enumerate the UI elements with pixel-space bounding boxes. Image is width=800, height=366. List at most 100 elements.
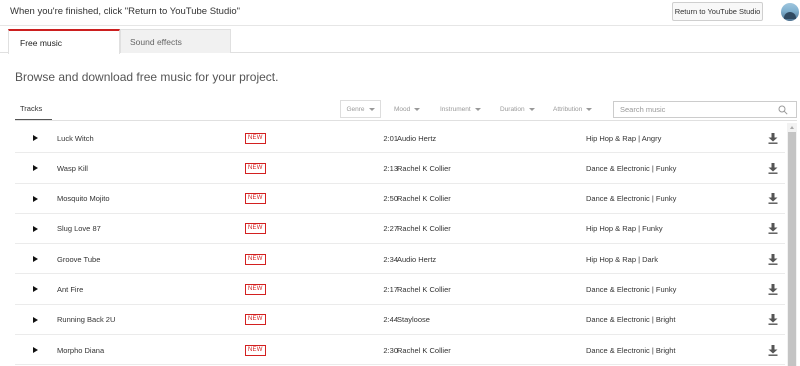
track-list: Luck Witch NEW 2:01 Audio Hertz Hip Hop & Ra… [15,123,785,366]
track-title[interactable]: Luck Witch [57,123,94,153]
track-artist[interactable]: Rachel K Collier [397,184,451,214]
new-badge-cell: NEW [245,153,266,183]
new-badge: NEW [245,132,266,144]
download-icon [768,162,778,174]
banner-instruction-text: When you're finished, click "Return to Y… [10,6,241,17]
table-row[interactable]: Slug Love 87 NEW 2:27 Rachel K Collier Hip H… [15,214,785,245]
track-duration: 2:30 [383,345,398,355]
table-row[interactable]: Wasp Kill NEW 2:13 Rachel K Collier Dance & … [15,153,785,184]
new-badge: NEW [245,193,266,205]
track-duration: 2:27 [383,224,398,234]
download-button[interactable] [767,184,779,214]
attribution-filter-dropdown[interactable]: Attribution [553,100,593,118]
mood-filter-label: Mood [394,105,411,113]
table-row[interactable]: Groove Tube NEW 2:34 Audio Hertz Hip Hop & R… [15,244,785,275]
new-badge-cell: NEW [245,214,266,244]
track-genre-mood: Dance & Electronic | Funky [586,194,677,204]
play-button[interactable] [33,214,41,244]
download-button[interactable] [767,214,779,244]
chevron-down-icon [414,107,421,111]
play-button[interactable] [33,305,41,335]
table-row[interactable]: Ant Fire NEW 2:17 Rachel K Collier Dance & E… [15,274,785,305]
download-button[interactable] [767,123,779,153]
tab-tracks[interactable]: Tracks [15,100,52,121]
track-artist[interactable]: Audio Hertz [397,244,436,274]
tab-sound-effects[interactable]: Sound effects [120,29,231,53]
new-badge-cell: NEW [245,244,266,274]
download-button[interactable] [767,335,779,365]
table-row[interactable]: Running Back 2U NEW 2:44 Stayloose Dance & E… [15,305,785,336]
play-button[interactable] [33,184,41,214]
track-artist[interactable]: Stayloose [397,305,430,335]
duration-filter-label: Duration [500,105,525,113]
play-button[interactable] [33,335,41,365]
toolbar-divider [15,120,797,121]
new-badge: NEW [245,283,266,295]
track-genre-mood: Dance & Electronic | Funky [586,284,677,294]
play-icon [33,135,38,141]
track-title[interactable]: Running Back 2U [57,305,115,335]
play-icon [33,225,38,232]
track-artist[interactable]: Rachel K Collier [397,153,451,183]
track-genre-mood: Dance & Electronic | Bright [586,345,676,355]
search-input[interactable] [614,102,774,117]
chevron-down-icon [474,107,481,111]
play-button[interactable] [33,153,41,183]
download-icon [768,132,778,144]
track-title[interactable]: Wasp Kill [57,153,88,183]
track-artist[interactable]: Rachel K Collier [397,214,451,244]
search-icon[interactable] [778,105,788,115]
download-button[interactable] [767,153,779,183]
attribution-filter-label: Attribution [553,105,583,113]
track-duration: 2:17 [383,284,398,294]
chevron-down-icon [586,107,593,111]
play-button[interactable] [33,244,41,274]
track-title[interactable]: Morpho Diana [57,335,104,365]
track-artist[interactable]: Audio Hertz [397,123,436,153]
page-heading: Browse and download free music for your … [15,70,279,84]
scroll-up-arrow[interactable] [790,126,794,129]
avatar[interactable] [781,3,799,21]
track-title[interactable]: Groove Tube [57,244,100,274]
download-button[interactable] [767,274,779,304]
play-button[interactable] [33,123,41,153]
scrollbar-thumb[interactable] [788,132,796,366]
track-artist[interactable]: Rachel K Collier [397,335,451,365]
play-icon [33,286,38,293]
tab-free-music[interactable]: Free music [8,29,120,54]
track-title[interactable]: Slug Love 87 [57,214,101,244]
download-icon [768,193,778,204]
new-badge: NEW [245,344,266,356]
play-button[interactable] [33,274,41,304]
search-field [613,101,797,118]
download-button[interactable] [767,305,779,335]
mood-filter-dropdown[interactable]: Mood [394,100,421,118]
play-icon [33,195,38,202]
play-icon [33,256,38,263]
track-duration: 2:01 [383,133,398,143]
track-title[interactable]: Ant Fire [57,274,83,304]
download-button[interactable] [767,244,779,274]
track-duration: 2:50 [383,194,398,204]
play-icon [33,316,38,323]
duration-filter-dropdown[interactable]: Duration [500,100,535,118]
play-icon [33,165,38,172]
track-duration: 2:13 [383,163,398,173]
new-badge-cell: NEW [245,274,266,304]
genre-filter-dropdown[interactable]: Genre [340,100,381,118]
instrument-filter-label: Instrument [440,105,471,113]
return-to-studio-button[interactable]: Return to YouTube Studio [672,2,763,21]
table-row[interactable]: Luck Witch NEW 2:01 Audio Hertz Hip Hop & Ra… [15,123,785,154]
table-row[interactable]: Mosquito Mojito NEW 2:50 Rachel K Collier Da… [15,184,785,214]
track-artist[interactable]: Rachel K Collier [397,274,451,304]
new-badge-cell: NEW [245,123,266,153]
new-badge: NEW [245,314,266,326]
download-icon [768,314,778,326]
track-genre-mood: Hip Hop & Rap | Dark [586,254,658,264]
new-badge: NEW [245,223,266,235]
table-row[interactable]: Morpho Diana NEW 2:30 Rachel K Collier Dance… [15,335,785,366]
track-genre-mood: Dance & Electronic | Bright [586,315,676,325]
track-title[interactable]: Mosquito Mojito [57,184,110,214]
instrument-filter-dropdown[interactable]: Instrument [440,100,481,118]
new-badge-cell: NEW [245,335,266,365]
